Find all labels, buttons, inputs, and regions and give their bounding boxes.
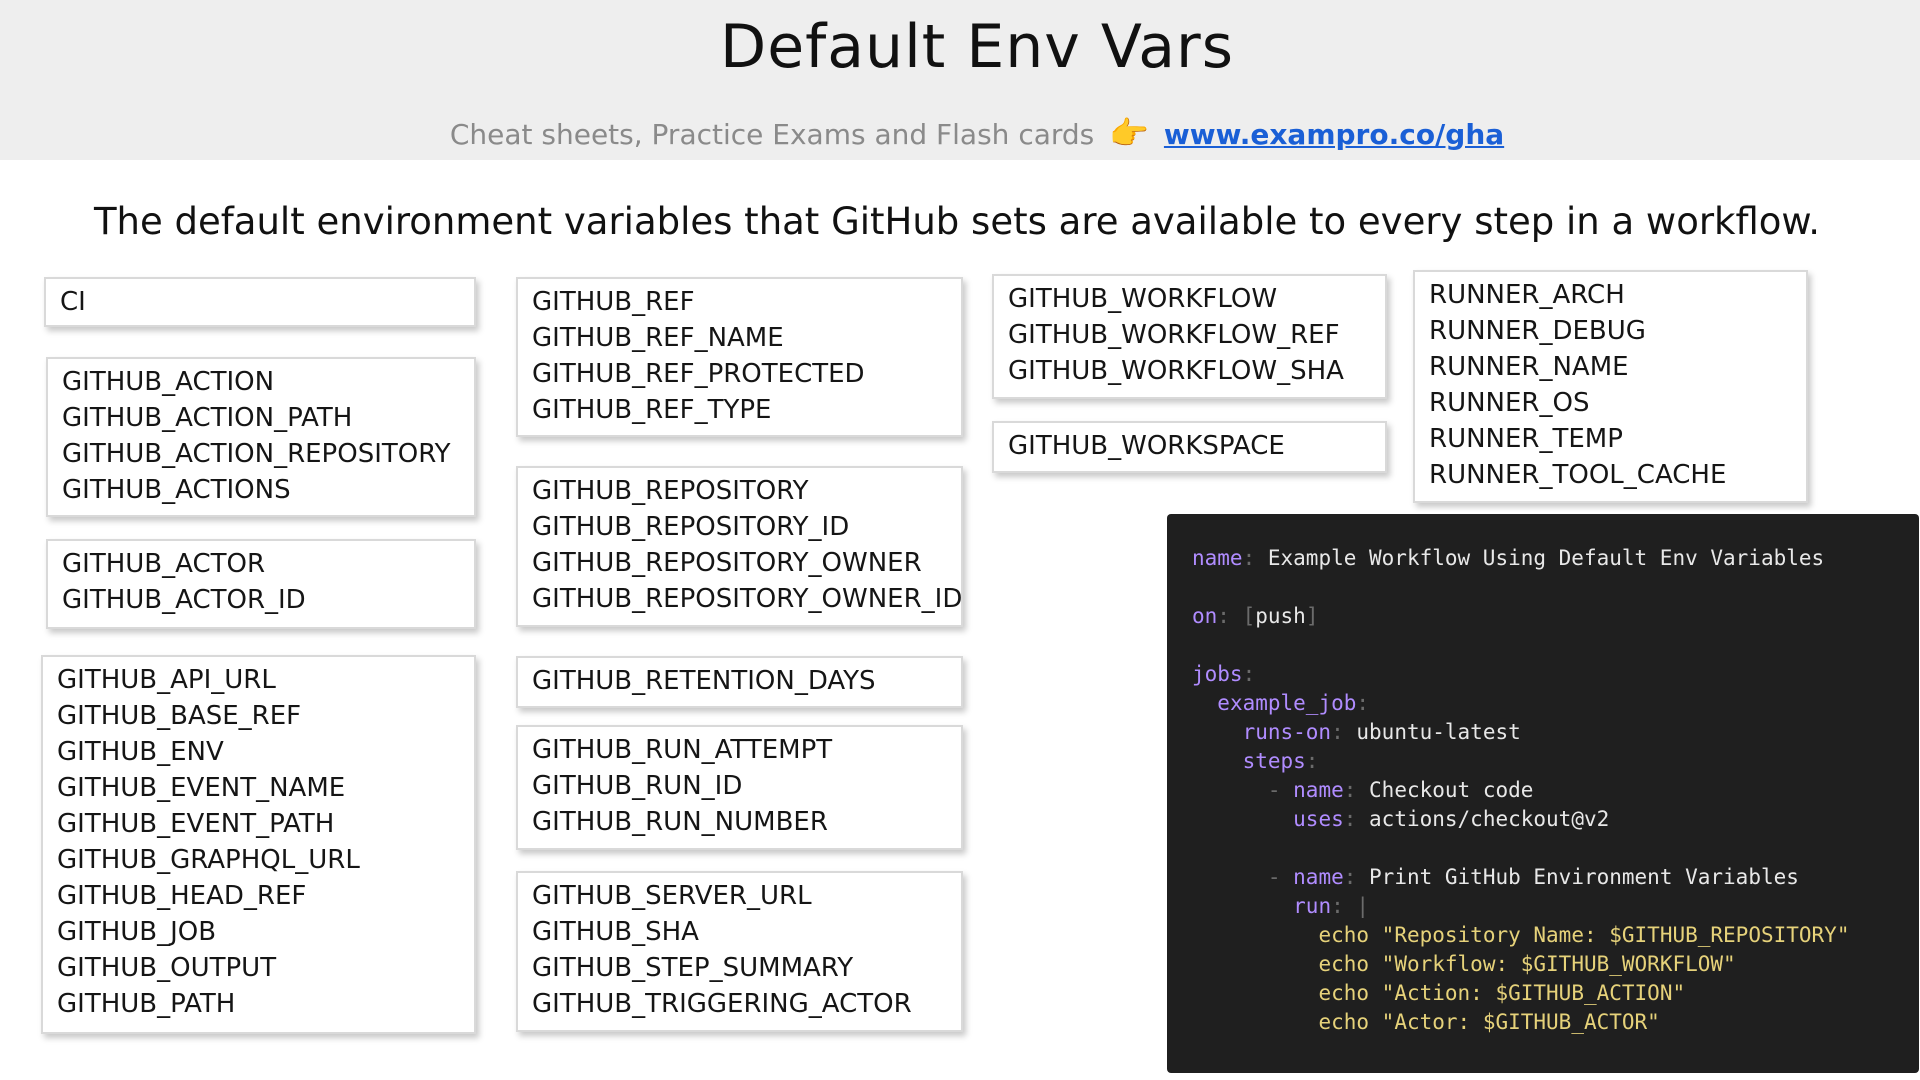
env-var-name: GITHUB_SHA [532,917,699,947]
env-var-group-repository: GITHUB_REPOSITORY GITHUB_REPOSITORY_ID GIT… [516,466,963,627]
env-var-group-workflow: GITHUB_WORKFLOW GITHUB_WORKFLOW_REF GITHUB… [992,274,1387,399]
code-key-step1-name: name [1293,778,1344,802]
code-key-job: example_job [1217,691,1357,715]
env-var-name: GITHUB_REPOSITORY_ID [532,512,850,542]
code-key-jobs: jobs [1192,662,1243,686]
env-var-name: GITHUB_API_URL [57,665,276,695]
env-var-name: RUNNER_NAME [1429,352,1629,382]
env-var-name: GITHUB_ACTIONS [62,475,291,505]
code-step2-name: Print GitHub Environment Variables [1369,865,1799,889]
workflow-code-panel: name: Example Workflow Using Default Env… [1167,514,1919,1073]
lead-sentence: The default environment variables that G… [93,200,1821,243]
env-var-group-run: GITHUB_RUN_ATTEMPT GITHUB_RUN_ID GITHUB_RU… [516,725,963,850]
env-var-group-runner: RUNNER_ARCH RUNNER_DEBUG RUNNER_NAME RUNNER… [1413,270,1808,503]
code-echo-line: "Action: $GITHUB_ACTION" [1381,981,1686,1005]
header-banner: Default Env Vars Cheat sheets, Practice … [0,0,1920,160]
code-key-runs-on: runs-on [1242,720,1332,744]
code-key-uses: uses [1293,807,1344,831]
env-var-group-ci: CI [44,277,476,327]
env-var-name: GITHUB_REF [532,287,695,317]
env-var-name: GITHUB_ACTOR_ID [62,585,306,615]
subtitle-text: Cheat sheets, Practice Exams and Flash c… [449,118,1095,151]
env-var-group-actor: GITHUB_ACTOR GITHUB_ACTOR_ID [46,539,476,629]
env-var-name: GITHUB_STEP_SUMMARY [532,953,854,983]
code-echo-cmd: echo [1318,952,1370,976]
code-echo-line: "Workflow: $GITHUB_WORKFLOW" [1381,952,1736,976]
env-var-name: RUNNER_TOOL_CACHE [1429,460,1727,490]
env-var-name: GITHUB_REF_NAME [532,323,784,353]
env-var-name: GITHUB_WORKFLOW [1008,284,1278,314]
env-var-name: RUNNER_ARCH [1429,280,1625,310]
code-echo-cmd: echo [1318,923,1370,947]
env-var-group-ref: GITHUB_REF GITHUB_REF_NAME GITHUB_REF_PROT… [516,277,963,437]
env-var-group-misc: GITHUB_API_URL GITHUB_BASE_REF GITHUB_ENV G… [41,655,476,1034]
env-var-name: GITHUB_EVENT_PATH [57,809,335,839]
env-var-name: GITHUB_WORKSPACE [1008,431,1285,461]
code-workflow-name: Example Workflow Using Default Env Varia… [1267,546,1825,570]
code-key-run: run [1293,894,1332,918]
env-var-name: GITHUB_WORKFLOW_REF [1008,320,1340,350]
env-var-name: GITHUB_JOB [57,917,217,947]
code-key-step2-name: name [1293,865,1344,889]
env-var-name: GITHUB_OUTPUT [57,953,277,983]
env-var-group-workspace: GITHUB_WORKSPACE [992,421,1387,473]
code-key-on: on [1192,604,1218,628]
env-var-name: RUNNER_OS [1429,388,1590,418]
code-key-steps: steps [1242,749,1306,773]
env-var-name: GITHUB_ACTOR [62,549,266,579]
env-var-name: GITHUB_ACTION [62,367,275,397]
code-echo-cmd: echo [1318,981,1370,1005]
code-uses-value: actions/checkout@v2 [1369,807,1610,831]
code-on-value: push [1255,604,1306,628]
env-var-name: GITHUB_SERVER_URL [532,881,812,911]
env-var-name: GITHUB_GRAPHQL_URL [57,845,360,875]
env-var-name: GITHUB_ENV [57,737,224,767]
subtitle-line: Cheat sheets, Practice Exams and Flash c… [0,114,1920,152]
env-var-name: GITHUB_ACTION_REPOSITORY [62,439,451,469]
code-runs-on-value: ubuntu-latest [1356,720,1521,744]
env-var-name: GITHUB_RUN_ATTEMPT [532,735,833,765]
page-title: Default Env Vars [720,12,1234,82]
env-var-name: GITHUB_RUN_NUMBER [532,807,828,837]
pointing-hand-icon: 👉 [1109,114,1150,152]
env-var-name: RUNNER_TEMP [1429,424,1623,454]
code-echo-line: "Actor: $GITHUB_ACTOR" [1381,1010,1660,1034]
env-var-group-action: GITHUB_ACTION GITHUB_ACTION_PATH GITHUB_AC… [46,357,476,517]
code-step1-name: Checkout code [1369,778,1534,802]
env-var-name: GITHUB_RUN_ID [532,771,743,801]
code-echo-line: "Repository Name: $GITHUB_REPOSITORY" [1381,923,1850,947]
env-var-name: GITHUB_TRIGGERING_ACTOR [532,989,912,1019]
code-key-name: name [1192,546,1243,570]
env-var-name: GITHUB_ACTION_PATH [62,403,353,433]
env-var-name: GITHUB_RETENTION_DAYS [532,666,876,696]
env-var-name: GITHUB_EVENT_NAME [57,773,346,803]
env-var-name: GITHUB_PATH [57,989,236,1019]
env-var-name: GITHUB_HEAD_REF [57,881,307,911]
env-var-name: CI [60,287,86,317]
env-var-group-retention: GITHUB_RETENTION_DAYS [516,656,963,708]
env-var-name: GITHUB_REPOSITORY [532,476,809,506]
env-var-name: GITHUB_REPOSITORY_OWNER [532,548,922,578]
env-var-name: GITHUB_BASE_REF [57,701,302,731]
env-var-name: RUNNER_DEBUG [1429,316,1646,346]
env-var-name: GITHUB_REF_TYPE [532,395,772,425]
env-var-name: GITHUB_REPOSITORY_OWNER_ID [532,584,963,614]
exampro-link[interactable]: www.exampro.co/gha [1164,118,1504,151]
code-echo-cmd: echo [1318,1010,1370,1034]
env-var-group-server: GITHUB_SERVER_URL GITHUB_SHA GITHUB_STEP_S… [516,871,963,1032]
env-var-name: GITHUB_WORKFLOW_SHA [1008,356,1344,386]
env-var-name: GITHUB_REF_PROTECTED [532,359,865,389]
